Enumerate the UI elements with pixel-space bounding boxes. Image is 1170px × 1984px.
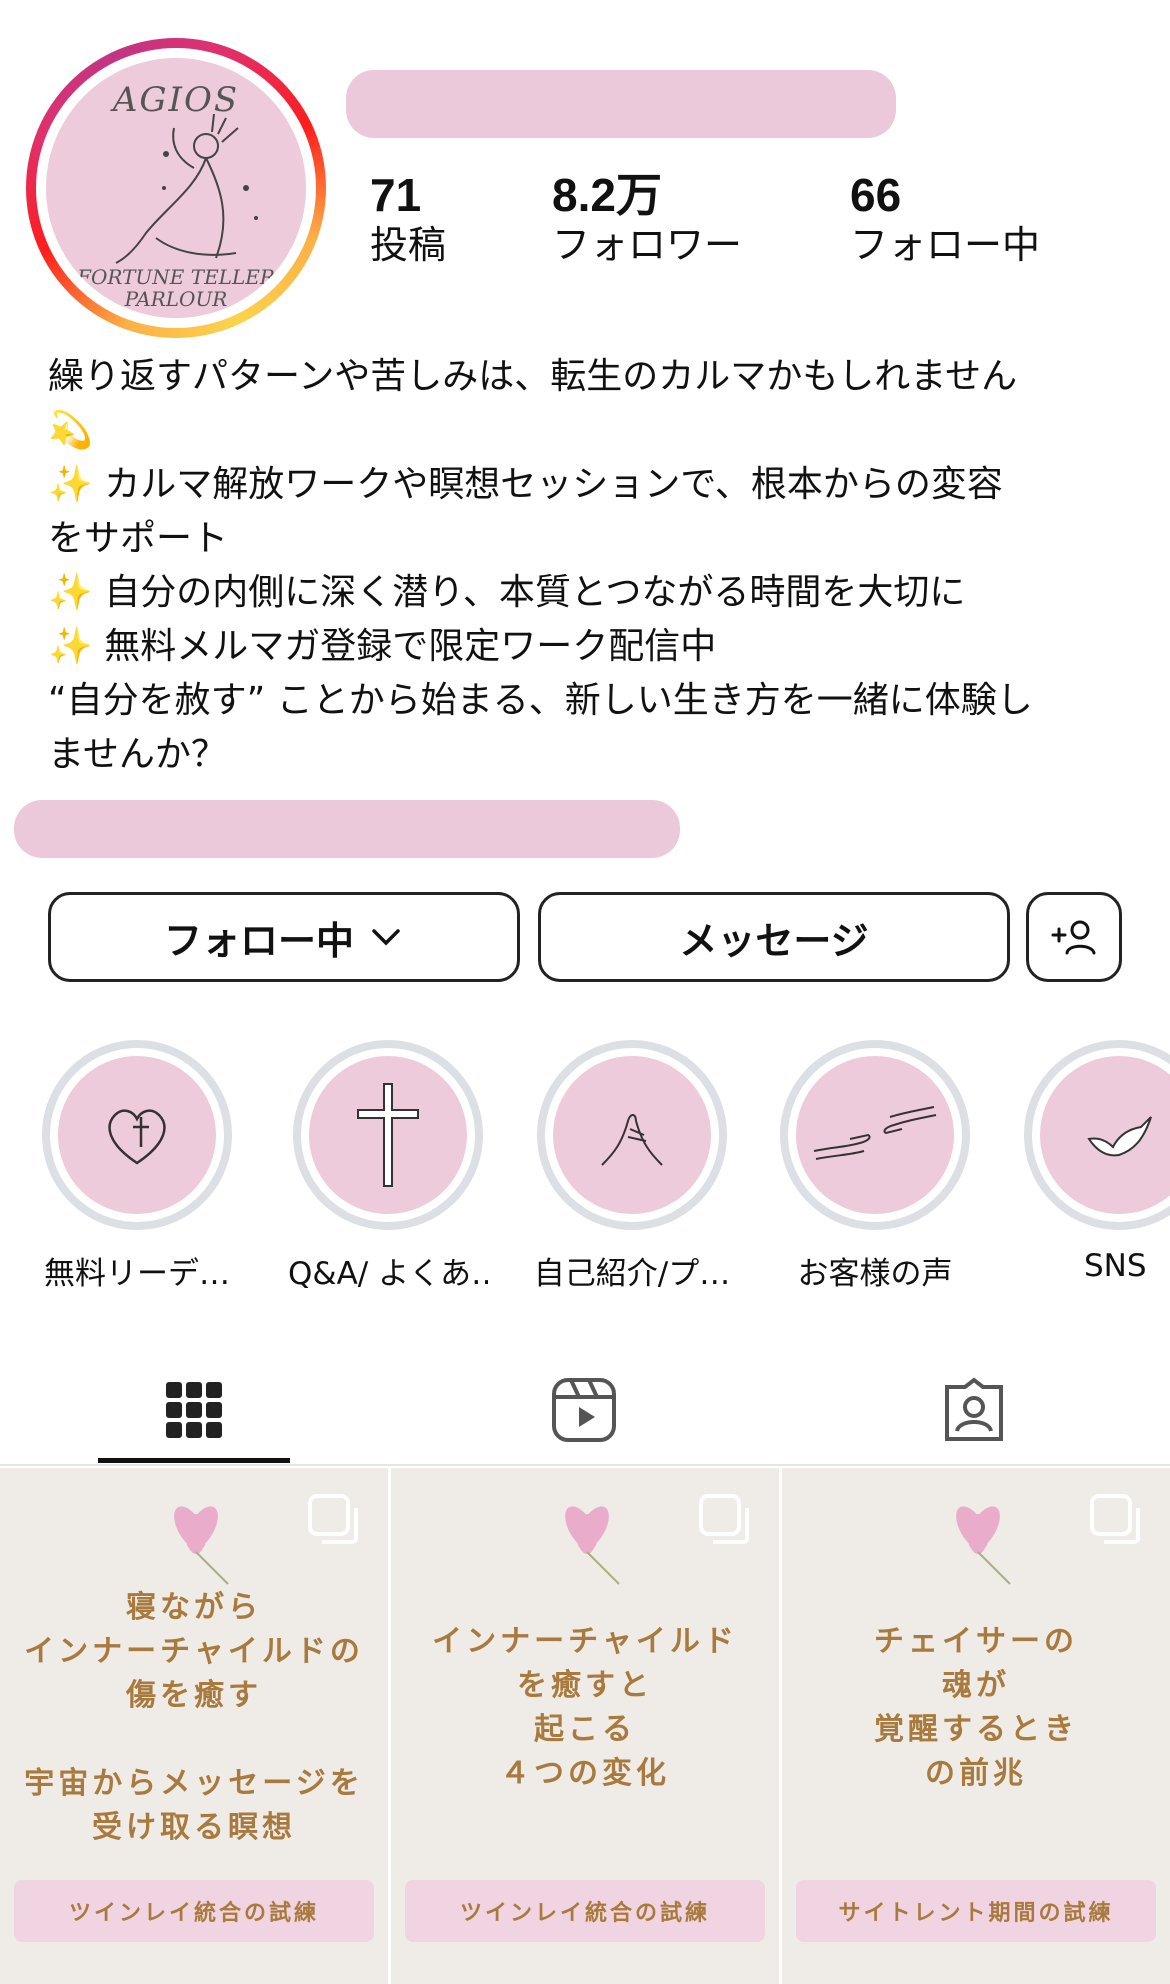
post-ribbon-text: ツインレイ統合の試練 xyxy=(68,1900,319,1926)
stat-followers-label: フォロワー xyxy=(552,225,743,267)
avatar-logo-text-bottom: FORTUNE TELLER PARLOUR xyxy=(77,265,275,311)
post-tile[interactable]: 寝ながら インナーチャイルドの 傷を癒す 宇宙からメッセージを 受け取る瞑想 ツ… xyxy=(0,1468,388,1984)
highlight-free-reading[interactable]: 無料リーデ… xyxy=(42,1040,232,1293)
post-title: チェイサーの 魂が 覚醒するとき の前兆 xyxy=(874,1624,1078,1791)
reaching-hands-icon xyxy=(813,1106,937,1160)
profile-bio: 繰り返すパターンや苦しみは、転生のカルマかもしれません 💫 ✨ カルマ解放ワーク… xyxy=(48,356,1033,775)
stat-posts-label: 投稿 xyxy=(370,225,447,267)
highlight-self-intro[interactable]: 自己紹介/プ… xyxy=(522,1040,742,1293)
post-ribbon: サイトレント期間の試練 xyxy=(796,1880,1156,1942)
highlight-label: 無料リーデ… xyxy=(44,1256,230,1292)
highlight-label: SNS xyxy=(1084,1248,1147,1284)
heart-cross-icon xyxy=(108,1109,166,1165)
carousel-icon xyxy=(699,1494,749,1544)
stat-posts[interactable]: 71 投稿 xyxy=(370,168,446,270)
praying-hands-icon xyxy=(601,1114,663,1166)
chevron-down-icon xyxy=(372,929,400,946)
post-ribbon-text: ツインレイ統合の試練 xyxy=(459,1900,710,1926)
post-ribbon-text: サイトレント期間の試練 xyxy=(838,1900,1114,1926)
post-ribbon: ツインレイ統合の試練 xyxy=(405,1880,765,1942)
post-ribbon: ツインレイ統合の試練 xyxy=(14,1880,374,1942)
reels-icon xyxy=(552,1378,616,1442)
active-tab-indicator xyxy=(98,1458,290,1463)
grid-icon xyxy=(166,1382,222,1438)
highlight-faq[interactable]: Q&A/ よくあ… xyxy=(288,1040,488,1293)
dove-icon xyxy=(1087,1116,1152,1157)
redacted-username xyxy=(346,70,896,138)
flower-icon xyxy=(956,1506,1011,1585)
profile-avatar[interactable]: AGIOS FORTUNE TELLER PARLOUR xyxy=(26,38,326,338)
post-title: インナーチャイルド を癒すと 起こる ４つの変化 xyxy=(432,1624,738,1791)
flower-icon xyxy=(174,1506,229,1585)
tagged-icon xyxy=(945,1377,1003,1441)
highlight-label: 自己紹介/プ… xyxy=(533,1256,731,1292)
add-person-icon xyxy=(1051,920,1096,955)
carousel-icon xyxy=(308,1494,358,1544)
stat-posts-count: 71 xyxy=(370,169,422,221)
suggest-users-button[interactable] xyxy=(1026,892,1122,982)
carousel-icon xyxy=(1090,1494,1140,1544)
post-tile[interactable]: チェイサーの 魂が 覚醒するとき の前兆 サイトレント期間の試練 xyxy=(782,1468,1170,1984)
tab-reels[interactable] xyxy=(488,1360,680,1460)
stat-followers-count: 8.2万 xyxy=(552,169,662,221)
flower-icon xyxy=(565,1506,620,1585)
tab-divider xyxy=(0,1464,1170,1466)
highlight-label: お客様の声 xyxy=(797,1256,953,1292)
stat-following-label: フォロー中 xyxy=(850,225,1041,267)
tab-tagged[interactable] xyxy=(878,1360,1070,1460)
highlight-testimonials[interactable]: お客様の声 xyxy=(780,1040,970,1293)
stat-following[interactable]: 66 フォロー中 xyxy=(850,168,1040,270)
message-button[interactable]: メッセージ xyxy=(538,892,1010,982)
following-button[interactable]: フォロー中 xyxy=(48,892,520,982)
post-tile[interactable]: インナーチャイルド を癒すと 起こる ４つの変化 ツインレイ統合の試練 xyxy=(391,1468,779,1984)
post-title: 寝ながら インナーチャイルドの 傷を癒す 宇宙からメッセージを 受け取る瞑想 xyxy=(24,1590,364,1845)
cross-icon xyxy=(357,1083,419,1187)
redacted-link xyxy=(14,800,680,858)
following-button-label: フォロー中 xyxy=(163,918,354,963)
stat-following-count: 66 xyxy=(850,169,902,221)
stat-followers[interactable]: 8.2万 フォロワー xyxy=(552,168,742,270)
avatar-logo: AGIOS FORTUNE TELLER PARLOUR xyxy=(46,58,306,318)
tab-posts-grid[interactable] xyxy=(98,1360,290,1460)
message-button-label: メッセージ xyxy=(679,918,869,963)
highlight-label: Q&A/ よくあ… xyxy=(288,1256,488,1292)
highlight-sns[interactable]: SNS xyxy=(1024,1040,1170,1284)
